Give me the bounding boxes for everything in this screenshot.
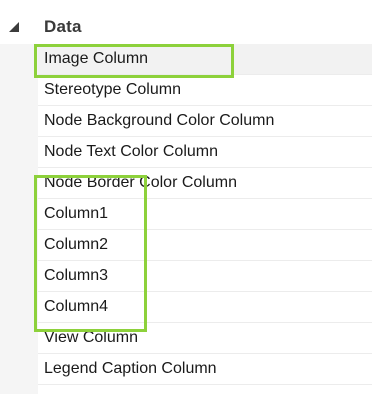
property-label: Column4 bbox=[44, 298, 109, 315]
property-row-legend-caption-column[interactable]: Legend Caption Column bbox=[38, 354, 372, 385]
property-row-node-border-color-column[interactable]: Node Border Color Column bbox=[38, 168, 372, 199]
property-row-view-column[interactable]: View Column bbox=[38, 323, 372, 354]
property-row-node-text-color-column[interactable]: Node Text Color Column bbox=[38, 137, 372, 168]
property-row-column2[interactable]: Column2 bbox=[38, 230, 372, 261]
category-row-data[interactable]: Data bbox=[0, 14, 372, 44]
property-label: View Column bbox=[44, 329, 138, 346]
property-row-node-background-color-column[interactable]: Node Background Color Column bbox=[38, 106, 372, 137]
property-row-column4[interactable]: Column4 bbox=[38, 292, 372, 323]
category-label: Data bbox=[44, 17, 82, 36]
property-label: Node Text Color Column bbox=[44, 143, 219, 160]
property-label: Node Border Color Column bbox=[44, 174, 237, 191]
property-label: Image Column bbox=[44, 50, 149, 67]
expand-collapse-icon[interactable] bbox=[9, 22, 19, 32]
property-row-column1[interactable]: Column1 bbox=[38, 199, 372, 230]
property-grid: Data Image Column Stereotype Column Node… bbox=[0, 14, 372, 394]
property-label: Node Background Color Column bbox=[44, 112, 275, 129]
property-grid-gutter bbox=[0, 44, 38, 394]
property-row-image-column[interactable]: Image Column bbox=[38, 44, 372, 75]
property-row-stereotype-column[interactable]: Stereotype Column bbox=[38, 75, 372, 106]
property-label: Stereotype Column bbox=[44, 81, 181, 98]
property-label: Legend Caption Column bbox=[44, 360, 217, 377]
property-label: Column1 bbox=[44, 205, 109, 222]
property-row-column3[interactable]: Column3 bbox=[38, 261, 372, 292]
property-label: Column3 bbox=[44, 267, 109, 284]
property-label: Column2 bbox=[44, 236, 109, 253]
